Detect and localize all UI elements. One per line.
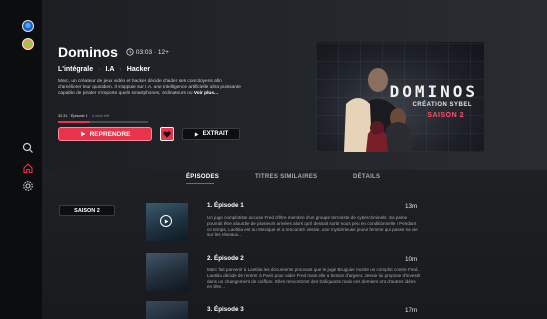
show-meta-text: 03:03 · 12+ (135, 48, 169, 56)
progress-label: 32:31 · Épisode 1 (58, 114, 88, 118)
search-icon[interactable] (22, 142, 34, 154)
tag-integral[interactable]: L'intégrale (58, 66, 93, 73)
trailer-label: EXTRAIT (202, 131, 229, 137)
poster-season: SAISON 2 (427, 112, 464, 119)
tag-hacker[interactable]: Hacker (127, 66, 150, 73)
tab-details[interactable]: DÉTAILS (353, 174, 380, 180)
episode-thumbnail[interactable] (146, 203, 188, 241)
title-row: Dominos 03:03 · 12+ (58, 44, 169, 60)
show-poster: DOMINOS CRÉATION SYBEL SAISON 2 (316, 42, 484, 152)
trailer-button[interactable]: EXTRAIT (182, 128, 240, 140)
resume-label: REPRENDRE (89, 130, 131, 138)
episode-thumbnail[interactable] (146, 253, 188, 291)
episode-duration: 13m (405, 203, 418, 210)
play-icon (194, 131, 199, 137)
active-tab-indicator (186, 183, 214, 184)
play-circle[interactable] (160, 215, 172, 227)
tag-separator: · (98, 66, 101, 73)
secondary-profile-avatar[interactable] (22, 38, 34, 50)
tab-episodes[interactable]: ÉPISODES (186, 174, 219, 180)
tag-separator: · (119, 66, 122, 73)
show-description: Marc, un créateur de jeux vidéo et hacke… (58, 79, 244, 97)
progress-bar (58, 121, 148, 123)
play-icon (164, 218, 168, 224)
profile-avatar[interactable] (22, 20, 34, 32)
episode-thumbnail[interactable] (146, 301, 188, 319)
tag-ia[interactable]: I.A (105, 66, 114, 73)
season-selector[interactable]: SAISON 2 (59, 205, 115, 216)
see-more-link[interactable]: Voir plus... (194, 91, 218, 96)
resume-button[interactable]: REPRENDRE (58, 127, 152, 141)
progress-fill (58, 121, 90, 123)
clock-icon (126, 48, 134, 56)
home-icon[interactable] (22, 162, 34, 174)
side-rail (0, 0, 43, 319)
poster-subtitle: CRÉATION SYBEL (412, 102, 472, 108)
poster-title: DOMINOS (389, 82, 478, 101)
episode-title[interactable]: 3. Épisode 3 (207, 306, 244, 313)
episode-description: Marc fait parvenir à Laetitia les docume… (207, 267, 421, 290)
episode-title[interactable]: 1. Épisode 1 (207, 202, 244, 209)
favorite-button[interactable] (160, 127, 174, 141)
tab-similar-titles[interactable]: TITRES SIMILAIRES (255, 174, 317, 180)
episodes-section (42, 170, 547, 319)
heart-icon (163, 130, 171, 138)
episode-title[interactable]: 2. Épisode 2 (207, 255, 244, 262)
progress-remaining: 4 mins left (91, 114, 110, 118)
episode-description: Un juge complotiste accuse Fred d'être m… (207, 215, 418, 238)
gear-icon[interactable] (22, 180, 34, 192)
show-tags: L'intégrale · I.A · Hacker (58, 66, 150, 73)
show-meta: 03:03 · 12+ (126, 48, 169, 56)
progress-info: 32:31 · Épisode 1 4 mins left (58, 114, 109, 118)
show-title: Dominos (58, 44, 118, 60)
play-icon (80, 131, 85, 137)
episode-duration: 10m (405, 256, 418, 263)
episode-duration: 17m (405, 307, 418, 314)
